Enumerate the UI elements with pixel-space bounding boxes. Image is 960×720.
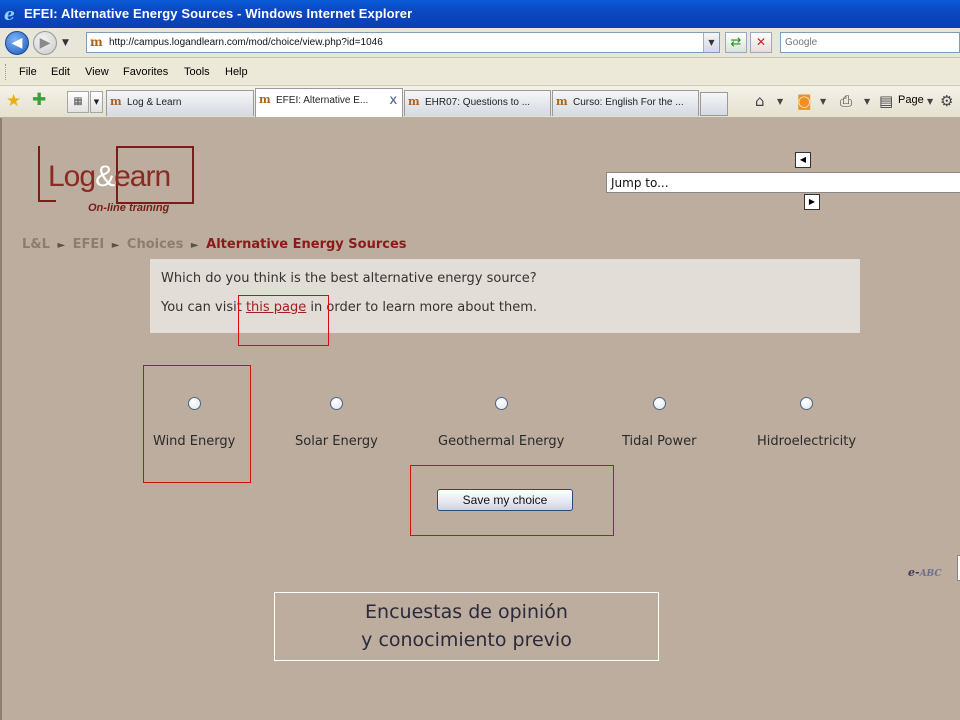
choice-label[interactable]: Geothermal Energy — [438, 434, 564, 449]
choice-label[interactable]: Tidal Power — [622, 434, 696, 449]
radio-tidal-power[interactable] — [652, 397, 666, 410]
search-box[interactable] — [780, 32, 960, 53]
logo-text: Log&earn — [48, 160, 171, 193]
highlight-box-choice — [143, 365, 251, 483]
choice-label[interactable]: Solar Energy — [295, 434, 378, 449]
choice-geothermal-energy[interactable]: Geothermal Energy — [438, 396, 564, 449]
address-bar[interactable]: m http://campus.logandlearn.com/mod/choi… — [86, 32, 720, 53]
address-dropdown-icon[interactable]: ▼ — [703, 33, 719, 52]
jump-to-select[interactable]: Jump to... — [606, 172, 960, 193]
home-dropdown-icon[interactable]: ▼ — [777, 97, 783, 106]
radio-solar-energy[interactable] — [329, 397, 343, 410]
tab-favicon-icon: m — [408, 95, 420, 108]
tab-curso[interactable]: m Curso: English For the ... — [552, 90, 699, 116]
tab-efei[interactable]: m EFEI: Alternative E... X — [255, 88, 403, 117]
page-dropdown-icon[interactable]: ▼ — [927, 97, 933, 106]
home-icon[interactable]: ⌂ — [755, 92, 765, 110]
menu-tools[interactable]: Tools — [184, 66, 210, 78]
new-tab-button[interactable] — [700, 92, 728, 116]
address-url[interactable]: http://campus.logandlearn.com/mod/choice… — [109, 37, 383, 48]
tab-favicon-icon: m — [556, 95, 568, 108]
refresh-button[interactable]: ⇄ — [725, 32, 747, 53]
tab-favicon-icon: m — [110, 95, 122, 108]
site-favicon-icon: m — [90, 35, 103, 49]
feeds-icon[interactable]: ◙ — [797, 92, 812, 110]
back-button[interactable]: ◀ — [5, 31, 29, 55]
breadcrumb: L&L ► EFEI ► Choices ► Alternative Energ… — [22, 237, 407, 252]
choice-hidroelectricity[interactable]: Hidroelectricity — [757, 396, 856, 449]
menu-edit[interactable]: Edit — [51, 66, 70, 78]
tab-log-and-learn[interactable]: m Log & Learn — [106, 90, 254, 116]
favorites-star-icon[interactable]: ★ — [6, 91, 21, 111]
eabc-logo: e-ABC — [908, 566, 942, 579]
tools-gear-icon[interactable]: ⚙ — [940, 92, 953, 110]
breadcrumb-efei[interactable]: EFEI — [73, 237, 104, 252]
choice-solar-energy[interactable]: Solar Energy — [295, 396, 378, 449]
page-menu-label[interactable]: Page — [898, 94, 924, 106]
choice-tidal-power[interactable]: Tidal Power — [622, 396, 696, 449]
forward-button[interactable]: ▶ — [33, 31, 57, 55]
page-icon[interactable]: ▤ — [879, 92, 893, 110]
menu-file[interactable]: File — [19, 66, 37, 78]
print-icon[interactable]: ⎙ — [840, 92, 852, 110]
arrow-right-icon: ▶ — [808, 197, 816, 206]
toolbar-grip[interactable] — [5, 64, 8, 80]
history-dropdown-icon[interactable]: ▼ — [62, 38, 69, 48]
menu-view[interactable]: View — [85, 66, 109, 78]
menu-favorites[interactable]: Favorites — [123, 66, 168, 78]
breadcrumb-current: Alternative Energy Sources — [206, 237, 407, 252]
logo-tagline: On-line training — [88, 202, 170, 214]
menu-bar: File Edit View Favorites Tools Help — [0, 58, 960, 86]
breadcrumb-separator: ► — [111, 240, 120, 251]
next-activity-button[interactable]: ▶ — [804, 194, 820, 210]
print-dropdown-icon[interactable]: ▼ — [864, 97, 870, 106]
tab-bar: ★ ✚ ▦ ▼ m Log & Learn m EFEI: Alternativ… — [0, 86, 960, 118]
quick-tabs-button[interactable]: ▦ — [67, 91, 89, 113]
slide-caption: Encuestas de opinión y conocimiento prev… — [274, 592, 659, 661]
tab-close-icon[interactable]: X — [390, 95, 397, 107]
choice-question: Which do you think is the best alternati… — [161, 271, 537, 286]
arrow-left-icon: ◀ — [799, 155, 807, 164]
search-input[interactable] — [781, 33, 959, 52]
tab-label: Curso: English For the ... — [573, 97, 684, 108]
tab-list-dropdown-icon[interactable]: ▼ — [90, 91, 103, 113]
window-title: EFEI: Alternative Energy Sources - Windo… — [24, 6, 413, 21]
tab-label: EHR07: Questions to ... — [425, 97, 531, 108]
caption-line-2: y conocimiento previo — [361, 629, 572, 651]
tab-label: EFEI: Alternative E... — [276, 95, 369, 106]
site-logo[interactable]: Log&earn On-line training — [38, 146, 198, 216]
highlight-box-link — [238, 295, 329, 346]
menu-help[interactable]: Help — [225, 66, 248, 78]
address-row: ◀ ▶ ▼ m http://campus.logandlearn.com/mo… — [0, 28, 960, 58]
breadcrumb-separator: ► — [190, 240, 199, 251]
radio-hidroelectricity[interactable] — [800, 397, 813, 410]
ie-logo-icon: e — [4, 5, 15, 25]
tab-favicon-icon: m — [259, 93, 271, 106]
forward-arrow-icon: ▶ — [39, 35, 51, 51]
tab-ehr07[interactable]: m EHR07: Questions to ... — [404, 90, 551, 116]
stop-button[interactable]: ✕ — [750, 32, 772, 53]
breadcrumb-separator: ► — [57, 240, 66, 251]
add-favorite-icon[interactable]: ✚ — [32, 90, 46, 110]
previous-activity-button[interactable]: ◀ — [795, 152, 811, 168]
breadcrumb-ll[interactable]: L&L — [22, 237, 50, 252]
radio-geothermal-energy[interactable] — [494, 397, 508, 410]
breadcrumb-choices[interactable]: Choices — [127, 237, 183, 252]
caption-line-1: Encuestas de opinión — [365, 601, 568, 623]
feeds-dropdown-icon[interactable]: ▼ — [820, 97, 826, 106]
window-titlebar: e EFEI: Alternative Energy Sources - Win… — [0, 0, 960, 28]
page-content: Log&earn On-line training ◀ Jump to... ▶… — [0, 118, 960, 720]
highlight-box-save — [410, 465, 614, 536]
tab-label: Log & Learn — [127, 97, 182, 108]
choice-label[interactable]: Hidroelectricity — [757, 434, 856, 449]
back-arrow-icon: ◀ — [11, 35, 23, 51]
